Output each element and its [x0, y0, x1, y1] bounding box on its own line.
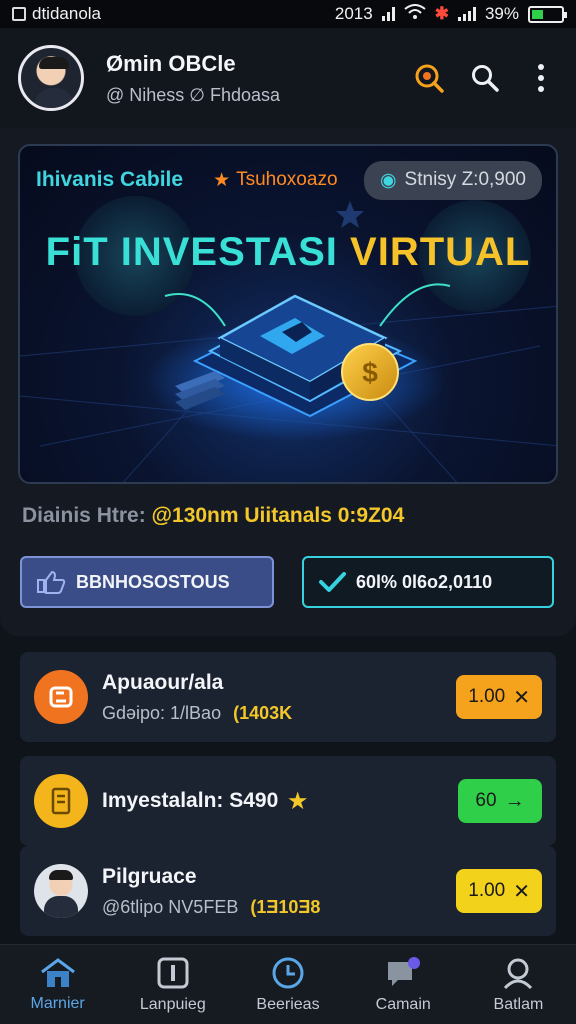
close-icon: ✕	[513, 686, 530, 709]
hero-section: $ Ihivanis Cabile ★ Tsuhoxoazo ◉ Stnisy …	[0, 128, 576, 636]
app-header: Ømin OBCle @ Nihess ∅ Fhdoasa	[0, 28, 576, 128]
primary-action-label: BBNHOSOSTOUS	[76, 571, 230, 592]
promo-banner[interactable]: $ Ihivanis Cabile ★ Tsuhoxoazo ◉ Stnisy …	[18, 144, 558, 484]
banner-tag: Ihivanis Cabile	[36, 168, 184, 191]
close-icon: ✕	[513, 880, 530, 903]
banner-stats-chip[interactable]: ◉ Stnisy Z:0,900	[363, 160, 542, 200]
orange-search-icon[interactable]	[412, 61, 446, 95]
list-item-title: Pilgruace	[102, 864, 197, 888]
more-vert-icon[interactable]	[524, 61, 558, 95]
banner-rating: ★ Tsuhoxoazo	[213, 169, 337, 192]
bottom-nav: Marnier Lanpuieg Beerieas Camain Batlam	[0, 944, 576, 1024]
star-icon: ★	[213, 169, 231, 191]
stats-line: Diainis Htre: @130nm Uiitanals 0:9Z04	[22, 504, 404, 528]
list-item-action-pill[interactable]: 1.00 ✕	[456, 675, 542, 719]
location-pin-icon: ◉	[379, 169, 397, 191]
list-item-amount: (1403K	[233, 702, 293, 723]
primary-action-button[interactable]: BBNHOSOSTOUS	[20, 556, 274, 608]
chat-icon	[388, 956, 421, 986]
profile-icon	[504, 958, 533, 989]
avatar[interactable]	[18, 45, 84, 111]
bitcoin-b-icon	[34, 670, 88, 724]
status-app-label: dtidanola	[32, 4, 102, 23]
status-bar: dtidanola 2013 ✱ 39%	[0, 0, 576, 28]
star-icon: ★	[288, 789, 308, 813]
banner-title: FiT INVESTASI VIRTUAL	[20, 230, 556, 275]
thumbs-up-icon	[37, 570, 66, 594]
battery-icon	[528, 5, 567, 23]
document-coin-icon	[34, 774, 88, 828]
list-item-subtitle: Gdəipo: 1/lBao	[102, 702, 222, 723]
list-item-title: Apuaour/ala	[102, 670, 224, 694]
nav-item-chat[interactable]: Camain	[346, 945, 461, 1024]
clock-icon	[272, 957, 304, 988]
pill-value: 1.00	[468, 880, 506, 901]
list-item[interactable]: Pilgruace @6tlipo NV5FEB (1Ǝ10Ǝ8 1.00 ✕	[20, 846, 556, 936]
list-item[interactable]: Imyestalaln: S490 ★ 60 →	[20, 756, 556, 846]
notification-app-icon	[12, 7, 26, 21]
user-subtitle: @ Nihess ∅ Fhdoasa	[106, 84, 281, 105]
pill-value: 1.00	[468, 686, 506, 707]
nav-item-profile[interactable]: Batlam	[461, 945, 576, 1024]
nav-label: Marnier	[30, 994, 85, 1012]
nav-label: Beerieas	[256, 995, 320, 1013]
status-time: 2013	[334, 4, 373, 23]
signal-icon	[381, 7, 395, 21]
list-item-title: Imyestalaln: S490	[102, 789, 279, 812]
banner-stats-label: Stnisy Z:0,900	[404, 169, 526, 190]
wifi-icon	[404, 3, 426, 25]
signal-strength-icon	[457, 7, 476, 21]
stats-label: Diainis Htre:	[22, 504, 146, 527]
list-item-amount: (1Ǝ10Ǝ8	[250, 896, 321, 917]
nav-item-info[interactable]: Lanpuieg	[115, 945, 230, 1024]
list-item-action-pill[interactable]: 1.00 ✕	[456, 869, 542, 913]
list-item[interactable]: Apuaour/ala Gdəipo: 1/lBao (1403K 1.00 ✕	[20, 652, 556, 742]
pill-value: 60	[475, 790, 497, 811]
list-item-action-pill[interactable]: 60 →	[458, 779, 542, 823]
banner-title-main: FiT INVESTASI	[45, 230, 351, 274]
alert-icon: ✱	[434, 4, 449, 23]
arrow-right-icon: →	[504, 789, 525, 812]
nav-label: Batlam	[493, 995, 544, 1013]
nav-item-home[interactable]: Marnier	[0, 945, 115, 1024]
user-name: Ømin OBCle	[106, 50, 236, 76]
home-icon	[40, 957, 75, 987]
list-item-subtitle: @6tlipo NV5FEB	[102, 896, 239, 917]
banner-title-accent: VIRTUAL	[350, 230, 531, 274]
search-icon[interactable]	[468, 61, 502, 95]
nav-label: Lanpuieg	[139, 995, 206, 1013]
user-info: Ømin OBCle @ Nihess ∅ Fhdoasa	[106, 51, 280, 106]
secondary-action-button[interactable]: 60l% 0l6o2,0110	[302, 556, 554, 608]
banner-rating-label: Tsuhoxoazo	[236, 169, 338, 190]
battery-percent: 39%	[484, 4, 519, 23]
user-avatar	[34, 864, 88, 918]
secondary-action-label: 60l% 0l6o2,0110	[356, 571, 493, 592]
nav-item-history[interactable]: Beerieas	[230, 945, 345, 1024]
checkmark-icon	[319, 572, 346, 592]
svg-text:$: $	[362, 357, 378, 388]
nav-label: Camain	[375, 995, 431, 1013]
info-icon	[157, 957, 189, 988]
stats-value: @130nm Uiitanals 0:9Z04	[151, 504, 405, 527]
